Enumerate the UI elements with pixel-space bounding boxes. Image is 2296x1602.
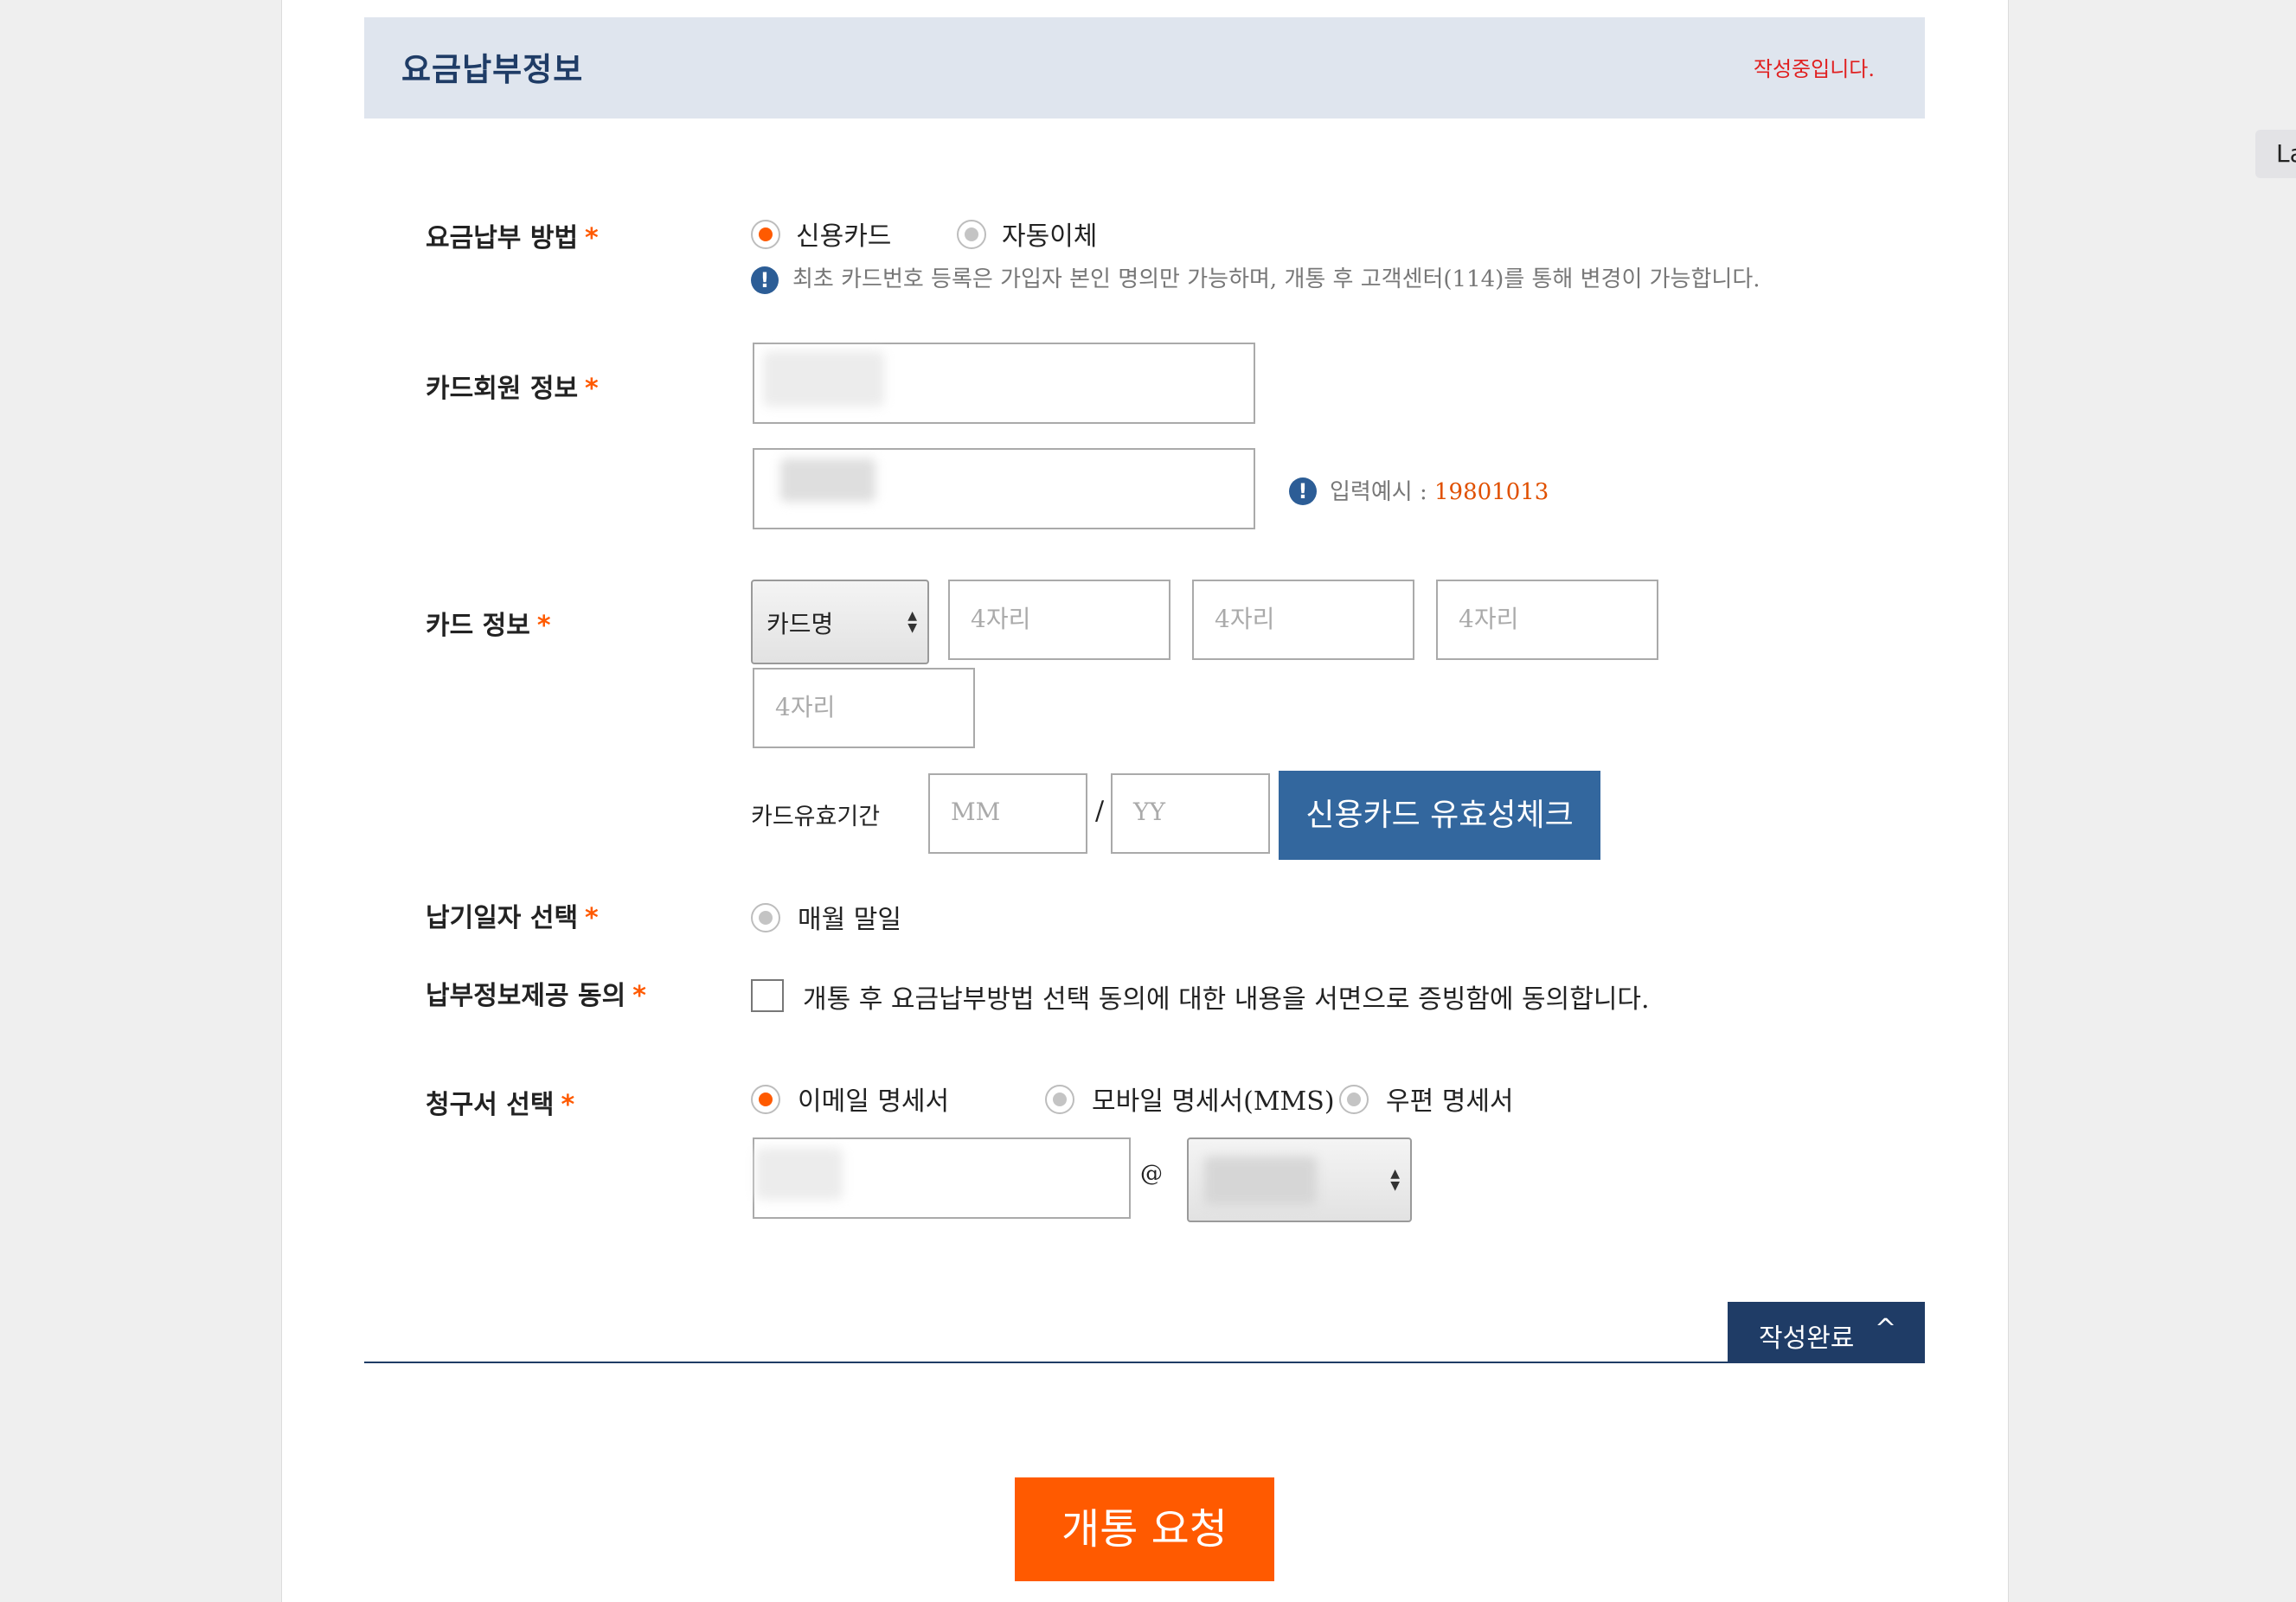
section-header: 요금납부정보 작성중입니다. [364,17,1925,119]
option-postal-bill-label: 우편 명세서 [1386,1086,1514,1117]
placeholder: MM [951,798,1001,826]
expiry-slash: / [1095,796,1105,826]
card-member-label: 카드회원 정보 * [426,374,599,404]
complete-button-label: 작성완료 [1759,1323,1855,1354]
section-status: 작성중입니다. [1753,57,1875,81]
placeholder: 4자리 [1215,605,1275,633]
option-month-end-label: 매월 말일 [798,905,901,935]
consent-text: 개통 후 요금납부방법 선택 동의에 대한 내용을 서면으로 증빙함에 동의합니… [803,984,1650,1015]
radio-credit-card[interactable] [751,220,780,249]
required-mark: * [585,903,599,933]
option-credit-card-label: 신용카드 [796,221,892,252]
option-auto-transfer-label: 자동이체 [1002,221,1098,252]
placeholder: YY [1133,798,1165,826]
section-title: 요금납부정보 [401,51,584,88]
option-email-bill-label: 이메일 명세서 [798,1086,950,1117]
radio-auto-transfer[interactable] [957,220,986,249]
placeholder: 4자리 [775,693,836,721]
masked-value [780,458,875,502]
radio-month-end[interactable] [751,903,780,932]
email-at-sign: @ [1140,1161,1163,1187]
card-number-1-input[interactable]: 4자리 [948,580,1170,660]
select-arrows-icon: ▲ ▼ [1390,1167,1400,1193]
bill-type-label: 청구서 선택 * [426,1090,575,1120]
select-arrows-icon: ▲ ▼ [907,609,917,635]
card-info-label: 카드 정보 * [426,611,551,641]
card-company-select[interactable]: 카드명 ▲ ▼ [751,580,929,664]
info-icon: ! [1289,477,1317,505]
radio-postal-bill[interactable] [1339,1085,1369,1114]
card-number-2-input[interactable]: 4자리 [1192,580,1414,660]
payment-method-label: 요금납부 방법 * [426,223,599,253]
placeholder: 4자리 [1459,605,1519,633]
required-mark: * [585,374,599,404]
section-divider [364,1362,1925,1363]
card-member-name-input[interactable] [753,343,1255,424]
placeholder: 4자리 [971,605,1031,633]
expiry-year-input[interactable]: YY [1111,773,1270,854]
required-mark: * [585,223,599,253]
masked-value [1204,1157,1317,1205]
email-domain-select[interactable]: ▲ ▼ [1187,1137,1412,1222]
card-member-birth-input[interactable] [753,448,1255,529]
activation-request-button[interactable]: 개통 요청 [1015,1477,1274,1581]
card-expiry-label: 카드유효기간 [751,804,881,830]
radio-email-bill[interactable] [751,1085,780,1114]
payment-notice: 최초 카드번호 등록은 가입자 본인 명의만 가능하며, 개통 후 고객센터(1… [792,266,1760,292]
side-tab[interactable]: La [2255,130,2296,178]
consent-checkbox[interactable] [751,979,784,1012]
radio-mobile-bill[interactable] [1045,1085,1074,1114]
required-mark: * [632,981,646,1011]
email-id-input[interactable] [753,1137,1131,1219]
chevron-up-icon: ^ [1875,1314,1897,1344]
required-mark: * [561,1090,575,1120]
expiry-month-input[interactable]: MM [928,773,1087,854]
complete-toggle-button[interactable]: 작성완료 ^ [1728,1302,1925,1363]
masked-value [756,1148,843,1200]
option-mobile-bill-label: 모바일 명세서(MMS) [1092,1086,1335,1117]
required-mark: * [536,611,551,641]
masked-value [763,351,884,407]
card-number-4-input[interactable]: 4자리 [753,668,975,748]
info-icon: ! [751,266,779,294]
birth-hint: 입력예시 : 19801013 [1330,479,1549,505]
card-company-value: 카드명 [766,610,834,638]
due-date-label: 납기일자 선택 * [426,903,599,933]
card-validity-check-button[interactable]: 신용카드 유효성체크 [1279,771,1600,860]
card-number-3-input[interactable]: 4자리 [1436,580,1658,660]
consent-label: 납부정보제공 동의 * [426,981,646,1011]
